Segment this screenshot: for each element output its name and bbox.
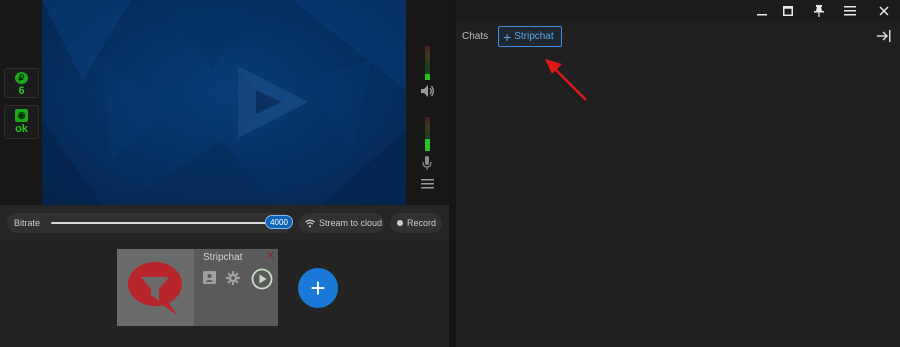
video-preview[interactable] [42, 0, 406, 205]
scene-contacts-icon[interactable] [203, 271, 216, 284]
record-dot-icon [397, 220, 403, 226]
coin-icon: ₽ [15, 72, 28, 84]
wifi-icon [305, 219, 315, 228]
minimize-icon[interactable] [754, 3, 770, 19]
maximize-icon[interactable] [780, 3, 796, 19]
audio-sidebar [406, 0, 449, 205]
close-icon[interactable] [876, 3, 892, 19]
hamburger-menu-icon[interactable] [418, 175, 436, 193]
coins-value: 6 [18, 85, 25, 97]
scene-thumbnail [117, 249, 194, 326]
chat-tab-stripchat[interactable]: + Stripchat [498, 26, 562, 47]
scene-close-icon[interactable]: ✕ [266, 249, 275, 262]
scene-card-stripchat[interactable]: Stripchat ✕ [117, 249, 278, 326]
plus-icon: + [503, 28, 512, 45]
camera-status-value: ok [15, 123, 28, 135]
record-label: Record [407, 218, 437, 228]
collapse-panel-icon[interactable] [876, 28, 892, 44]
video-area: ₽ 6 ◉ ok [0, 0, 449, 205]
menu-icon[interactable] [842, 3, 858, 19]
coins-stat[interactable]: ₽ 6 [4, 68, 39, 98]
bitrate-slider[interactable] [51, 222, 267, 224]
speaker-level-meter [425, 46, 430, 80]
stats-sidebar: ₽ 6 ◉ ok [0, 0, 42, 205]
speaker-icon[interactable] [418, 82, 436, 100]
pin-icon[interactable] [811, 3, 827, 19]
stream-controls-bar: Bitrate 4000 Stream to cloud Record [0, 205, 449, 240]
streaming-panel: ₽ 6 ◉ ok Bitrate 4000 Stream to cloud Re… [0, 0, 449, 347]
panel-divider [449, 0, 456, 347]
stream-to-cloud-label: Stream to cloud [319, 218, 383, 228]
microphone-icon[interactable] [418, 154, 436, 172]
app-logo-watermark-icon [238, 66, 308, 138]
scene-settings-gear-icon[interactable] [226, 271, 240, 285]
stream-to-cloud-button[interactable]: Stream to cloud [299, 213, 384, 233]
bitrate-label: Bitrate [14, 218, 41, 228]
scenes-area: Stripchat ✕ + [0, 240, 449, 347]
scene-play-icon[interactable] [251, 268, 273, 290]
bitrate-control: Bitrate 4000 [7, 213, 293, 233]
app-window: ₽ 6 ◉ ok Bitrate 4000 Stream to cloud Re… [0, 0, 900, 347]
bitrate-value-thumb[interactable]: 4000 [265, 215, 293, 229]
microphone-level-meter [425, 117, 430, 151]
record-button[interactable]: Record [390, 213, 442, 233]
scene-name: Stripchat [203, 252, 243, 263]
window-title-bar [456, 0, 900, 22]
chats-panel: Chats + Stripchat [456, 0, 900, 347]
chat-tab-label: Stripchat [514, 31, 554, 42]
annotation-arrow-icon [545, 59, 587, 101]
chats-label: Chats [462, 31, 489, 42]
stripchat-logo-icon [128, 262, 182, 315]
preview-background-pattern [42, 0, 406, 205]
camera-stat[interactable]: ◉ ok [4, 105, 39, 139]
add-scene-button[interactable]: + [298, 268, 338, 308]
camera-status-icon: ◉ [15, 109, 28, 122]
